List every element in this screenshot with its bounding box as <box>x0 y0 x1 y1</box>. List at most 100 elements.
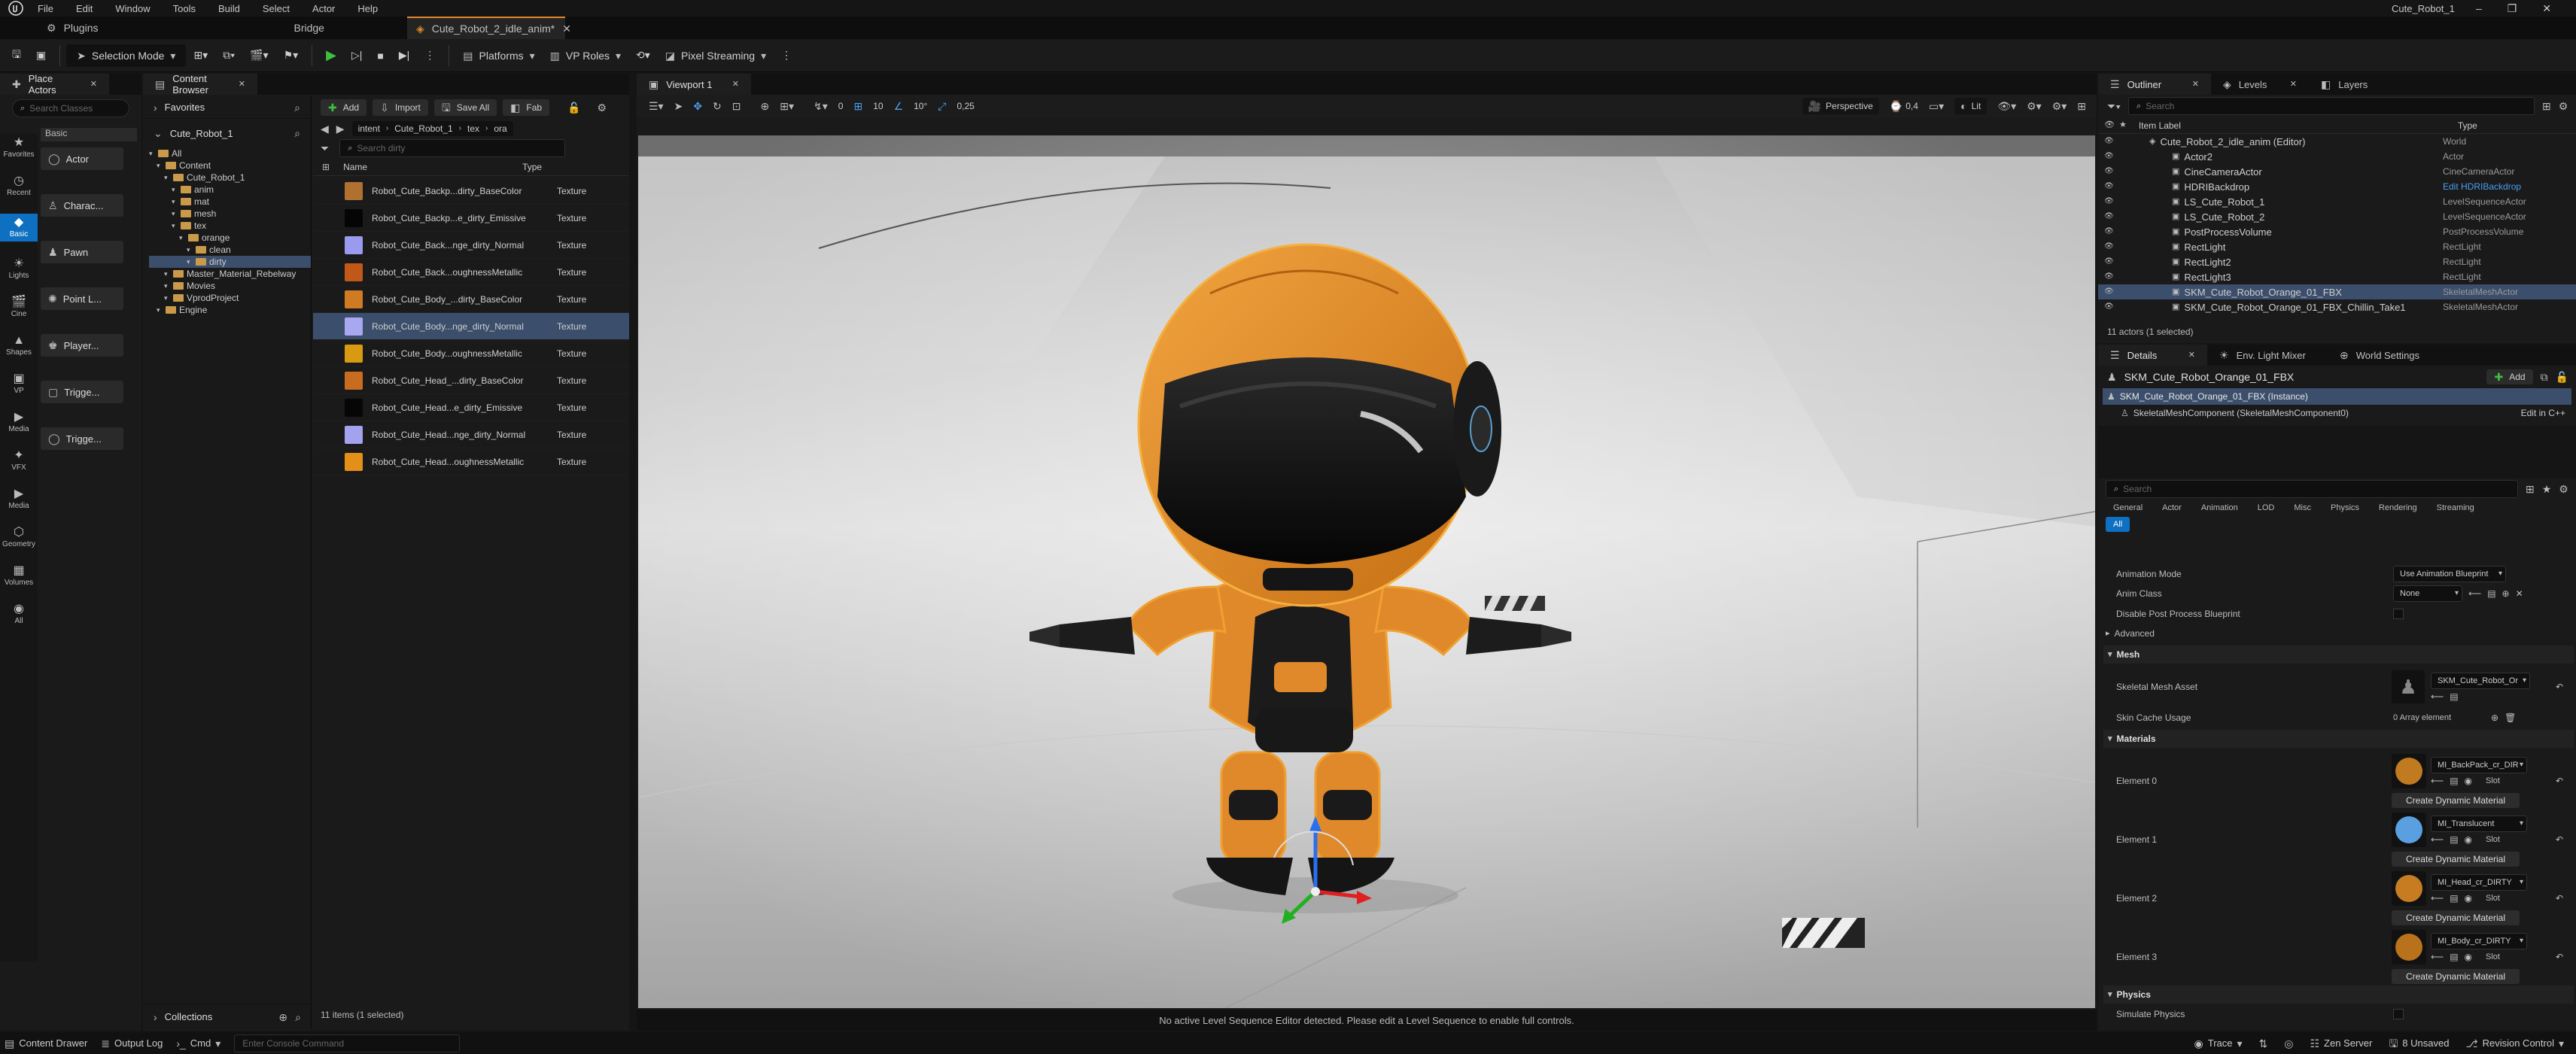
trace-button[interactable]: ◉ Trace ▾ <box>2194 1037 2243 1049</box>
category-media[interactable]: ▶ Media <box>0 412 38 434</box>
use-selected-icon[interactable]: ⟵ <box>2431 894 2444 903</box>
component-instance-row[interactable]: ♟ SKM_Cute_Robot_Orange_01_FBX (Instance) <box>2103 388 2571 405</box>
visibility-icon[interactable]: 👁 <box>2098 228 2119 235</box>
materials-section[interactable]: ▾ Materials <box>2103 730 2574 748</box>
cinematics-icon[interactable]: 🎬▾ <box>242 44 275 67</box>
world-icon[interactable]: ⊕ <box>761 101 770 111</box>
place-actor-item[interactable]: ♙ Charac... <box>41 194 123 217</box>
blueprints-icon[interactable]: ⧉▾ <box>215 44 242 67</box>
menu-item-actor[interactable]: Actor <box>312 3 335 14</box>
visibility-icon[interactable]: 👁 <box>2104 121 2115 129</box>
lock-icon[interactable]: 🔓 <box>567 102 580 113</box>
outliner-search[interactable]: ⌕ Search <box>2128 97 2535 115</box>
advanced-row[interactable]: ▸ Advanced <box>2106 626 2574 641</box>
category-media[interactable]: ▶ Media <box>0 488 38 511</box>
tab-world-settings[interactable]: ⊕ World Settings <box>2328 345 2448 366</box>
scale-snap-icon[interactable]: ⤢ <box>938 101 946 111</box>
search-icon[interactable]: ⌕ <box>295 1012 301 1022</box>
platforms-button[interactable]: ▤ Platforms ▾ <box>455 44 542 67</box>
close-tab-icon[interactable]: ✕ <box>562 23 571 34</box>
tab-layers[interactable]: ◧ Layers <box>2309 74 2407 95</box>
outliner-row[interactable]: 👁 ▣ HDRIBackdrop Edit HDRIBackdrop <box>2098 179 2576 194</box>
breadcrumb-item[interactable]: tex <box>467 123 479 134</box>
add-folder-icon[interactable]: ⊞ <box>2542 101 2551 111</box>
category-geometry[interactable]: ⬡ Geometry <box>0 527 38 549</box>
place-actor-item[interactable]: ◯ Trigge... <box>41 427 123 450</box>
search-icon[interactable]: ⌕ <box>294 128 300 138</box>
material-dropdown[interactable]: MI_BackPack_cr_DIR ▾ <box>2431 757 2527 773</box>
table-view-icon[interactable]: ⊞ <box>2526 484 2535 494</box>
close-window-icon[interactable]: ✕ <box>2542 2 2551 15</box>
unsaved-button[interactable]: 🖫 8 Unsaved <box>2389 1037 2449 1049</box>
asset-search[interactable]: ⌕ Search dirty <box>339 139 566 157</box>
viewport-scene[interactable] <box>638 135 2095 1008</box>
menu-item-build[interactable]: Build <box>218 3 240 14</box>
create-dynamic-material-button[interactable]: Create Dynamic Material <box>2392 910 2520 925</box>
folder-tree-item[interactable]: ▾ Content <box>149 159 311 172</box>
grid-icon[interactable]: ⊞▾ <box>780 101 794 111</box>
menu-item-help[interactable]: Help <box>357 3 378 14</box>
folder-tree-item[interactable]: ▾ mesh <box>149 208 311 220</box>
close-tab-icon[interactable]: ✕ <box>2192 80 2199 89</box>
step-icon[interactable]: ▷| <box>344 44 370 67</box>
browse-icon[interactable]: ▤ <box>2450 835 2458 844</box>
chevron-right-icon[interactable]: › <box>154 1012 157 1022</box>
asset-row[interactable]: Robot_Cute_Back...nge_dirty_Normal Textur… <box>313 232 629 259</box>
category-all[interactable]: ◉ All <box>0 603 38 626</box>
delete-icon[interactable]: 🗑 <box>2505 713 2516 722</box>
filter-lod[interactable]: LOD <box>2250 500 2283 515</box>
folder-tree-item[interactable]: ▾ clean <box>149 244 311 256</box>
place-actor-item[interactable]: ◯ Actor <box>41 147 123 170</box>
aspect-icon[interactable]: ▭▾ <box>1929 101 1944 111</box>
place-actor-item[interactable]: ▢ Trigge... <box>41 381 123 403</box>
asset-row[interactable]: Robot_Cute_Body...nge_dirty_Normal Textur… <box>313 313 629 340</box>
tab-place-actors[interactable]: ✚ Place Actors ✕ <box>0 73 109 96</box>
fab-button[interactable]: ◧ Fab <box>503 99 550 116</box>
add-component-button[interactable]: ✚ Add <box>2486 369 2533 384</box>
simulate-physics-checkbox[interactable] <box>2393 1009 2404 1019</box>
menu-item-edit[interactable]: Edit <box>76 3 93 14</box>
place-actor-item[interactable]: ✺ Point L... <box>41 287 123 310</box>
highlight-icon[interactable]: ◉ <box>2465 952 2472 961</box>
folder-tree-item[interactable]: ▾ tex <box>149 220 311 232</box>
mesh-section[interactable]: ▾ Mesh <box>2103 645 2574 664</box>
derived-data-icon[interactable]: ⇅ <box>2259 1038 2268 1049</box>
scale-icon[interactable]: ⊡ <box>732 101 741 111</box>
use-selected-icon[interactable]: ⟵ <box>2431 835 2444 844</box>
modes-icon[interactable]: ⚑▾ <box>276 44 306 67</box>
outliner-row[interactable]: 👁 ▣ RectLight RectLight <box>2098 239 2576 254</box>
animation-mode-dropdown[interactable]: Use Animation Blueprint ▾ <box>2393 566 2506 582</box>
console-input[interactable]: Enter Console Command <box>234 1034 461 1052</box>
search-icon[interactable]: ⌕ <box>294 102 300 113</box>
asset-row[interactable]: Robot_Cute_Head...oughnessMetallic Textur… <box>313 448 629 475</box>
browse-icon[interactable]: ▤ <box>2450 952 2458 961</box>
close-tab-icon[interactable]: ✕ <box>239 80 245 89</box>
selection-mode-button[interactable]: ➤ Selection Mode ▾ <box>66 44 187 67</box>
unreal-logo[interactable] <box>5 0 27 17</box>
browse-icon[interactable]: ▤ <box>2487 589 2495 598</box>
category-cine[interactable]: 🎬 Cine <box>0 296 38 319</box>
category-shapes[interactable]: ▲ Shapes <box>0 335 38 357</box>
outliner-row[interactable]: 👁 ▣ CineCameraActor CineCameraActor <box>2098 164 2576 179</box>
rotation-snap-value[interactable]: 10° <box>914 101 927 111</box>
tab-level[interactable]: ◈ Cute_Robot_2_idle_anim* ✕ <box>406 17 571 39</box>
outliner-type[interactable]: Edit HDRIBackdrop <box>2443 181 2521 192</box>
create-dynamic-material-button[interactable]: Create Dynamic Material <box>2392 793 2520 808</box>
settings-icon[interactable]: ⚙ <box>2559 484 2568 494</box>
blueprint-icon[interactable]: ⧉ <box>2541 372 2548 382</box>
visibility-icon[interactable]: 👁 <box>2098 258 2119 266</box>
place-actor-item[interactable]: ♚ Player... <box>41 334 123 357</box>
outliner-row[interactable]: 👁 ▣ SKM_Cute_Robot_Orange_01_FBX SkeletalMe… <box>2098 284 2576 299</box>
minimize-icon[interactable]: – <box>2476 2 2482 14</box>
material-dropdown[interactable]: MI_Head_cr_DIRTY ▾ <box>2431 874 2527 891</box>
tab-env-light-mixer[interactable]: ☀ Env. Light Mixer <box>2207 345 2328 366</box>
highlight-icon[interactable]: ◉ <box>2465 894 2472 903</box>
visibility-icon[interactable]: 👁 <box>2098 168 2119 175</box>
tab-outliner[interactable]: ☰ Outliner ✕ <box>2098 74 2211 95</box>
performance-icon[interactable]: ⚙▾ <box>2027 101 2042 111</box>
reset-icon[interactable]: ↶ <box>2556 682 2563 691</box>
filter-general[interactable]: General <box>2106 500 2150 515</box>
filter-physics[interactable]: Physics <box>2323 500 2367 515</box>
add-element-icon[interactable]: ⊕ <box>2491 713 2498 722</box>
outliner-row[interactable]: 👁 ▣ PostProcessVolume PostProcessVolume <box>2098 224 2576 239</box>
